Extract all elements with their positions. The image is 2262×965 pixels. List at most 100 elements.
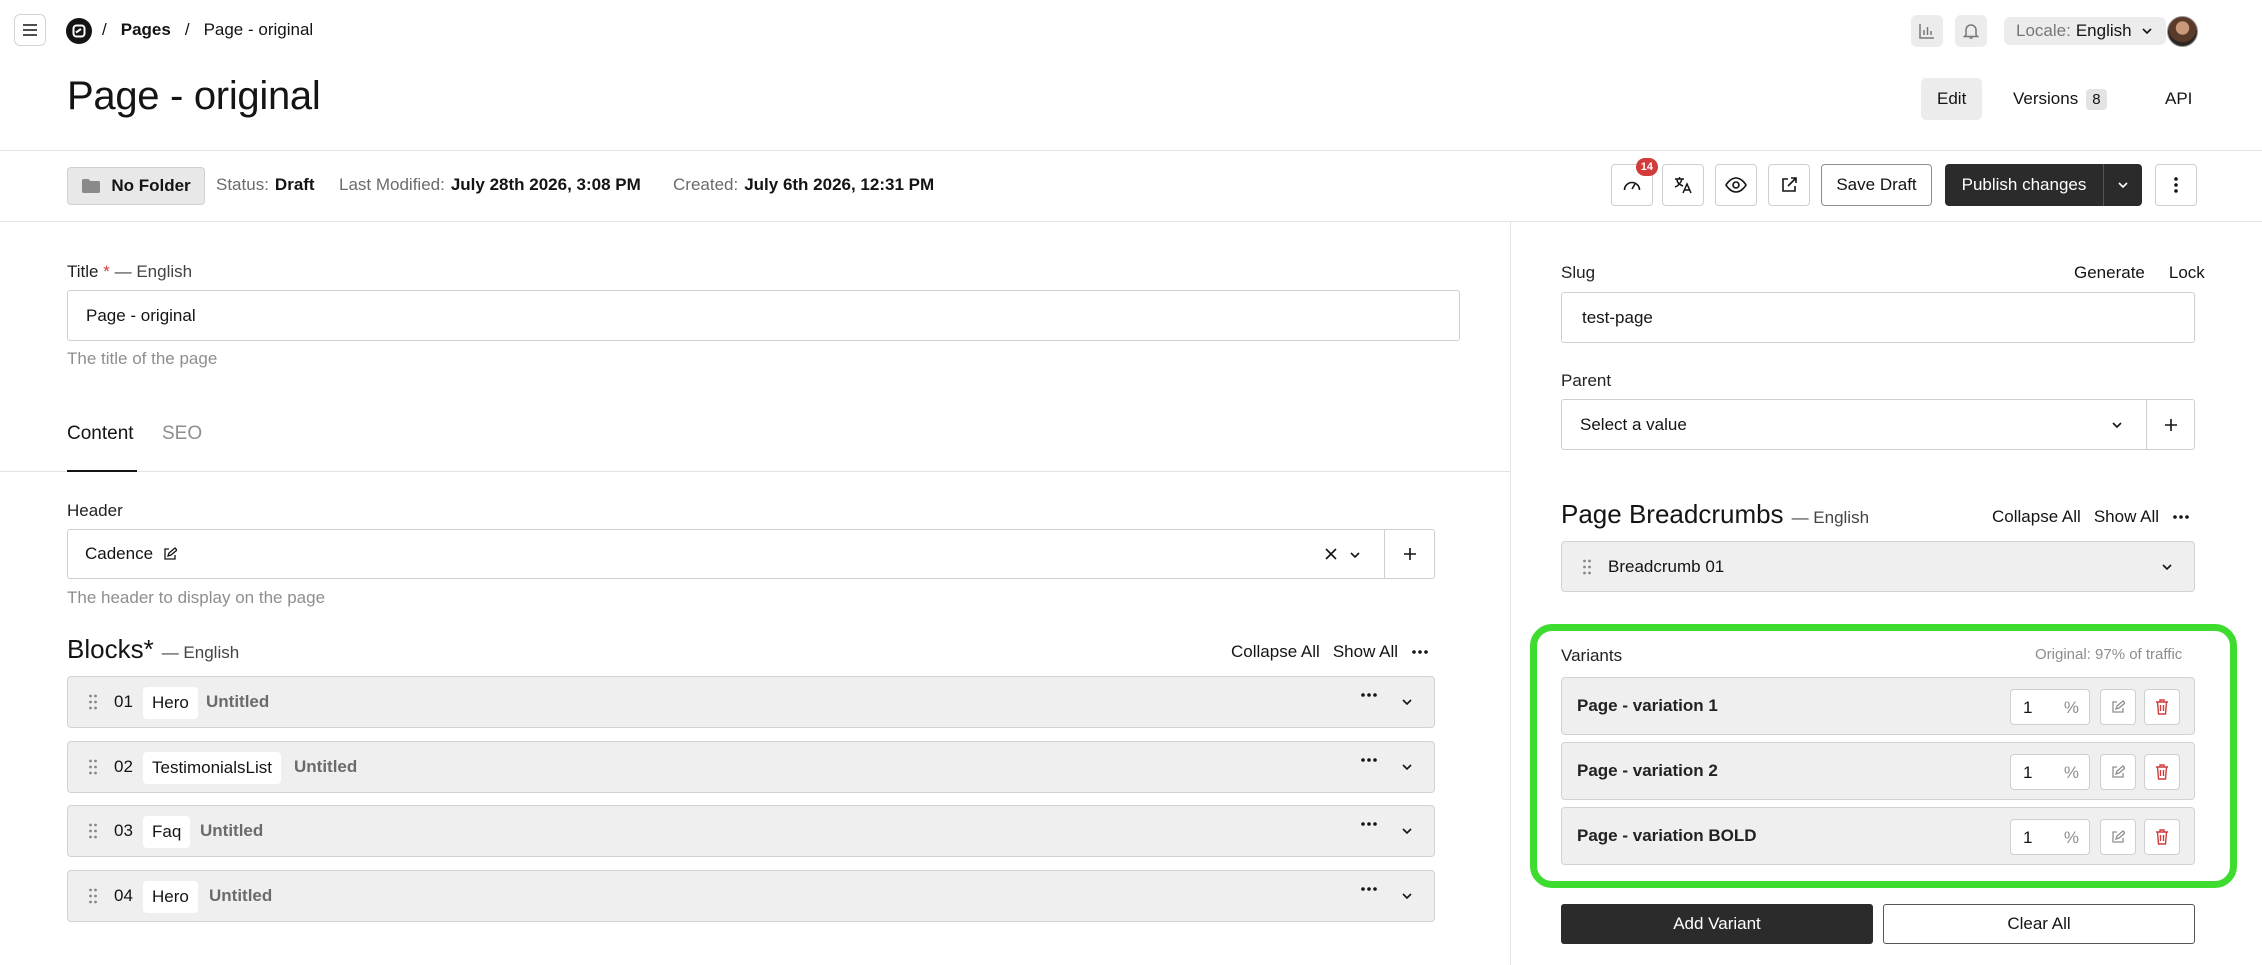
external-link-icon	[1782, 177, 1797, 192]
tab-api-label: API	[2165, 89, 2193, 108]
variant-delete-button[interactable]	[2144, 689, 2180, 725]
variant-edit-button[interactable]	[2100, 819, 2136, 855]
chevron-down-icon[interactable]	[1400, 889, 1414, 903]
horizontal-dots-icon[interactable]	[1360, 758, 1378, 762]
performance-button[interactable]: 14	[1611, 158, 1658, 206]
translate-button[interactable]	[1662, 164, 1704, 206]
variant-percent-value: 1	[2023, 763, 2033, 782]
block-row[interactable]: 01 Hero Untitled	[67, 676, 1435, 728]
gauge-icon	[1623, 181, 1641, 191]
hamburger-icon	[23, 24, 37, 36]
variant-edit-button[interactable]	[2100, 689, 2136, 725]
horizontal-dots-icon[interactable]	[2172, 515, 2190, 519]
tab-api[interactable]: API	[2149, 78, 2208, 120]
breadcrumbs-actions: Collapse All Show All	[1992, 507, 2190, 527]
horizontal-dots-icon[interactable]	[1360, 822, 1378, 826]
plus-icon[interactable]	[1403, 547, 1417, 561]
blocks-show-all-button[interactable]: Show All	[1333, 642, 1398, 662]
slug-value: test-page	[1582, 307, 1653, 327]
tab-versions[interactable]: Versions 8	[1997, 78, 2123, 120]
breadcrumbs-collapse-all-button[interactable]: Collapse All	[1992, 507, 2081, 527]
drag-handle-icon[interactable]	[88, 888, 98, 904]
variant-percent-value: 1	[2023, 828, 2033, 847]
versions-count-badge: 8	[2086, 88, 2107, 110]
tab-seo[interactable]: SEO	[162, 423, 202, 445]
drag-handle-icon[interactable]	[88, 694, 98, 710]
drag-handle-icon[interactable]	[88, 759, 98, 775]
breadcrumb-pages-link[interactable]: Pages	[121, 20, 171, 40]
tabs-divider	[0, 471, 1510, 472]
breadcrumb-row[interactable]: Breadcrumb 01	[1561, 541, 2195, 592]
tab-edit-label: Edit	[1937, 89, 1967, 108]
variant-percent-input[interactable]: 1 %	[2010, 819, 2090, 855]
chevron-down-icon	[2118, 182, 2128, 189]
publish-options-button[interactable]	[2103, 164, 2142, 206]
blocks-heading: Blocks* — English	[67, 634, 239, 665]
clear-icon[interactable]	[1324, 547, 1338, 561]
chevron-down-icon[interactable]	[2160, 560, 2174, 574]
breadcrumbs-heading: Page Breadcrumbs — English	[1561, 499, 1869, 530]
chevron-down-icon[interactable]	[2110, 418, 2124, 432]
blocks-collapse-all-button[interactable]: Collapse All	[1231, 642, 1320, 662]
chevron-down-icon[interactable]	[1400, 760, 1414, 774]
percent-symbol: %	[2063, 763, 2079, 782]
created-info: Created: July 6th 2026, 12:31 PM	[673, 175, 934, 195]
block-row[interactable]: 03 Faq Untitled	[67, 805, 1435, 857]
breadcrumb-separator: /	[102, 20, 107, 39]
clear-all-button[interactable]: Clear All	[1883, 904, 2195, 944]
folder-button[interactable]: No Folder	[67, 167, 205, 205]
variant-delete-button[interactable]	[2144, 754, 2180, 790]
slug-input[interactable]: test-page	[1561, 292, 2195, 343]
chevron-down-icon[interactable]	[1348, 548, 1362, 562]
plus-icon[interactable]	[2164, 418, 2178, 432]
horizontal-dots-icon[interactable]	[1360, 887, 1378, 891]
variant-row: Page - variation 2 1 %	[1561, 742, 2195, 800]
horizontal-dots-icon[interactable]	[1411, 650, 1429, 654]
title-input[interactable]: Page - original	[67, 290, 1460, 341]
slug-lock-button[interactable]: Lock	[2169, 263, 2205, 283]
slug-generate-button[interactable]: Generate	[2074, 263, 2145, 283]
tab-content[interactable]: Content	[67, 423, 134, 445]
edit-icon	[2112, 830, 2125, 843]
analytics-button[interactable]	[1911, 15, 1943, 47]
parent-select[interactable]: Select a value	[1561, 399, 2195, 450]
variant-name: Page - variation 1	[1577, 696, 1718, 715]
chevron-down-icon[interactable]	[1400, 824, 1414, 838]
breadcrumbs-show-all-button[interactable]: Show All	[2094, 507, 2159, 527]
horizontal-dots-icon[interactable]	[1360, 693, 1378, 697]
preview-button[interactable]	[1715, 164, 1757, 206]
tab-edit[interactable]: Edit	[1921, 78, 1983, 120]
clear-all-label: Clear All	[2007, 914, 2071, 933]
add-variant-button[interactable]: Add Variant	[1561, 904, 1873, 944]
variant-delete-button[interactable]	[2144, 819, 2180, 855]
drag-handle-icon[interactable]	[88, 823, 98, 839]
logo-icon	[72, 24, 86, 38]
parent-field-label: Parent	[1561, 371, 1612, 390]
slug-actions: Generate Lock	[2074, 263, 2205, 283]
drag-handle-icon[interactable]	[1582, 559, 1592, 575]
block-row[interactable]: 02 TestimonialsList Untitled	[67, 741, 1435, 793]
variant-row: Page - variation BOLD 1 %	[1561, 807, 2195, 865]
block-number: 03	[114, 821, 133, 840]
slug-field-label: Slug	[1561, 263, 1596, 282]
save-draft-button[interactable]: Save Draft	[1821, 164, 1932, 206]
notifications-button[interactable]	[1955, 15, 1987, 47]
app-logo[interactable]	[66, 18, 92, 44]
block-title: Untitled	[294, 757, 358, 776]
trash-icon	[2156, 764, 2168, 780]
open-external-button[interactable]	[1768, 164, 1810, 206]
locale-selector[interactable]: Locale: English	[2004, 17, 2166, 45]
block-row[interactable]: 04 Hero Untitled	[67, 870, 1435, 922]
last-modified-label: Last Modified:	[339, 175, 445, 194]
locale-label: Locale:	[2016, 21, 2071, 40]
sidebar-toggle-button[interactable]	[14, 14, 46, 46]
variant-percent-input[interactable]: 1 %	[2010, 754, 2090, 790]
variant-edit-button[interactable]	[2100, 754, 2136, 790]
publish-button[interactable]: Publish changes	[1945, 164, 2103, 206]
more-options-button[interactable]	[2155, 164, 2197, 206]
user-avatar[interactable]	[2167, 16, 2198, 47]
edit-icon[interactable]	[163, 547, 178, 561]
chevron-down-icon[interactable]	[1400, 695, 1414, 709]
header-select[interactable]: Cadence	[67, 529, 1435, 579]
variant-percent-input[interactable]: 1 %	[2010, 689, 2090, 725]
